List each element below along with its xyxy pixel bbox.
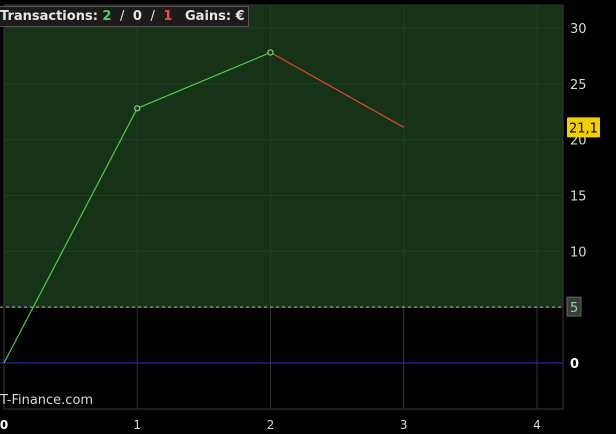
losses-count: 1 <box>163 9 173 24</box>
y-tick-label: 30 <box>570 22 587 37</box>
y-tick-label: 10 <box>570 245 587 260</box>
y-tick-label: 15 <box>570 189 587 204</box>
wins-count: 2 <box>102 9 112 24</box>
neutral-count: 0 <box>132 9 142 24</box>
x-tick-label: 0 <box>0 418 8 432</box>
x-tick-label: 4 <box>533 418 541 432</box>
gains-value: € <box>235 9 245 24</box>
data-point <box>267 49 274 56</box>
y-tick-label: 0 <box>570 357 579 372</box>
performance-chart: 0 1 2 3 401015202530521,1 <box>0 4 600 432</box>
threshold-label: 5 <box>570 301 578 316</box>
gains-label: Gains: <box>185 9 232 24</box>
transactions-label: Transactions: <box>0 9 98 24</box>
separator-1: / <box>120 9 125 24</box>
separator-2: / <box>150 9 155 24</box>
transactions-summary: Transactions: 2 / 0 / 1 Gains: € <box>0 6 249 27</box>
data-point <box>134 105 141 112</box>
last-value-label: 21,1 <box>569 121 598 136</box>
x-tick-label: 3 <box>400 418 408 432</box>
y-tick-label: 25 <box>570 78 587 93</box>
x-tick-label: 1 <box>133 418 141 432</box>
watermark: T-Finance.com <box>0 393 94 408</box>
profit-zone <box>4 5 563 308</box>
x-tick-label: 2 <box>267 418 275 432</box>
